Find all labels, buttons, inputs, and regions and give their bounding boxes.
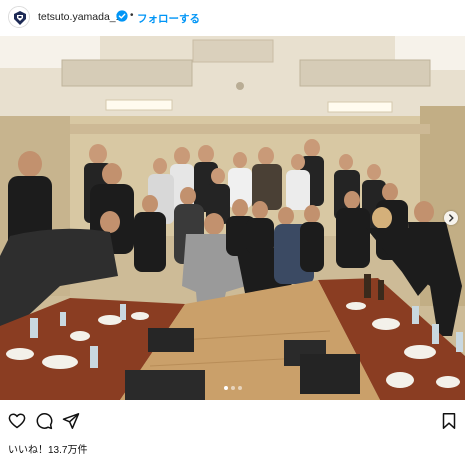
likes-count[interactable]: いいね！13.7万件 — [8, 441, 87, 456]
post-actions — [0, 400, 465, 440]
bookmark-icon[interactable] — [440, 412, 458, 430]
verified-badge-icon — [116, 10, 128, 22]
carousel-next-button[interactable] — [444, 211, 458, 225]
team-logo-icon — [9, 7, 29, 27]
comment-icon[interactable] — [35, 412, 53, 430]
separator-dot: • — [130, 10, 134, 21]
carousel-dot-3 — [237, 386, 242, 390]
carousel-dot-2 — [230, 386, 235, 390]
post-image[interactable] — [0, 36, 465, 400]
group-photo-image — [0, 36, 465, 400]
chevron-right-icon — [449, 214, 454, 222]
heart-icon[interactable] — [8, 412, 26, 430]
carousel-indicator — [0, 386, 465, 392]
send-icon[interactable] — [62, 412, 80, 430]
carousel-dot-1 — [223, 386, 228, 390]
post-header: tetsuto.yamada_1 • フォローする — [0, 0, 465, 36]
follow-button[interactable]: フォローする — [137, 11, 200, 26]
username-link[interactable]: tetsuto.yamada_1 — [38, 11, 121, 23]
avatar[interactable] — [8, 6, 30, 28]
